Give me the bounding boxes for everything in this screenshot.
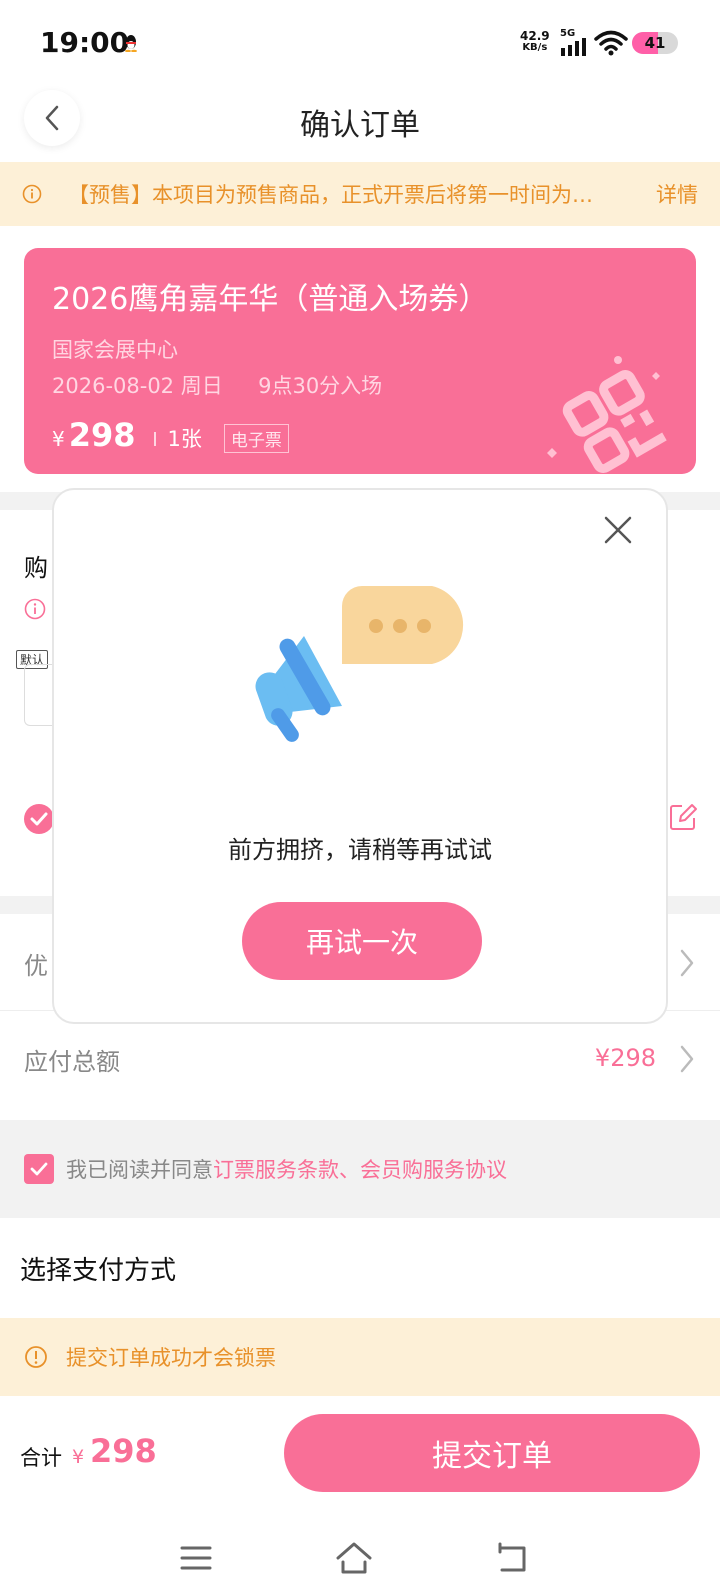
ticket-price-row: ¥ 298 1张 电子票 <box>52 416 289 454</box>
edit-icon[interactable] <box>668 802 698 832</box>
total-row[interactable]: 应付总额 ¥298 <box>0 1012 720 1104</box>
divider <box>153 432 156 446</box>
megaphone-icon <box>255 586 464 742</box>
ticket-card: 2026鹰角嘉年华（普通入场券） 国家会展中心 2026-08-02 周日 9点… <box>24 248 696 474</box>
buyer-card[interactable] <box>24 664 54 726</box>
busy-dialog: 前方拥挤，请稍等再试试 再试一次 <box>52 488 668 1024</box>
ticket-entry-time: 9点30分入场 <box>258 374 383 398</box>
ticket-quantity: 1张 <box>167 427 202 451</box>
check-icon <box>30 1162 48 1176</box>
page-header: 确认订单 <box>0 86 720 162</box>
menu-icon[interactable] <box>176 1538 216 1578</box>
close-icon[interactable] <box>600 512 636 548</box>
sum-currency: ¥ <box>72 1446 85 1468</box>
chevron-right-icon <box>680 949 694 977</box>
sum-label: 合计 <box>20 1446 62 1470</box>
submit-order-button[interactable]: 提交订单 <box>284 1414 700 1492</box>
agreement-link[interactable]: 订票服务条款、会员购服务协议 <box>213 1154 507 1184</box>
ticket-date: 2026-08-02 周日 <box>52 374 223 398</box>
ticket-type-badge: 电子票 <box>223 424 289 453</box>
agreement-text: 我已阅读并同意 <box>66 1158 213 1182</box>
ticket-price: 298 <box>68 416 136 454</box>
ticket-currency: ¥ <box>52 427 65 451</box>
sum-amount: 298 <box>90 1432 157 1470</box>
presale-text: 【预售】本项目为预售商品，正式开票后将第一时间为… <box>68 183 593 207</box>
info-icon <box>24 598 46 620</box>
wifi-icon <box>594 30 628 56</box>
lock-ticket-text: 提交订单成功才会锁票 <box>66 1346 276 1370</box>
checkout-bar: 合计 ¥ 298 提交订单 <box>0 1396 720 1526</box>
discount-label: 优 <box>24 952 48 980</box>
qq-notification-icon <box>125 35 137 52</box>
chevron-right-icon <box>680 1045 694 1073</box>
signal-icon <box>561 38 586 56</box>
home-icon[interactable] <box>334 1538 374 1578</box>
buyer-checkbox[interactable] <box>24 804 54 834</box>
presale-banner[interactable]: 【预售】本项目为预售商品，正式开票后将第一时间为… 详情 <box>0 162 720 226</box>
total-label: 应付总额 <box>24 1048 120 1076</box>
net-speed: 42.9 KB/s <box>520 29 550 53</box>
agreement-row: 我已阅读并同意 订票服务条款、会员购服务协议 <box>0 1120 720 1218</box>
info-icon <box>25 1346 47 1368</box>
ticket-venue: 国家会展中心 <box>52 338 178 362</box>
dialog-message: 前方拥挤，请稍等再试试 <box>228 836 492 864</box>
ticket-name: 2026鹰角嘉年华（普通入场券） <box>52 282 489 317</box>
ticket-datetime: 2026-08-02 周日 9点30分入场 <box>52 370 382 400</box>
lock-ticket-banner: 提交订单成功才会锁票 <box>0 1318 720 1396</box>
check-icon <box>30 812 48 826</box>
system-nav-bar <box>0 1526 720 1595</box>
back-icon[interactable] <box>492 1538 532 1578</box>
status-time: 19:00 <box>40 26 130 59</box>
qr-code-decoration-icon <box>547 356 667 474</box>
info-icon <box>22 184 42 204</box>
retry-button[interactable]: 再试一次 <box>242 902 482 980</box>
buyer-section-title: 购 <box>24 554 48 582</box>
presale-detail-link[interactable]: 详情 <box>656 179 698 209</box>
payment-method-title: 选择支付方式 <box>20 1256 177 1286</box>
total-value: ¥298 <box>594 1044 656 1072</box>
agreement-checkbox[interactable] <box>24 1154 54 1184</box>
battery-indicator: 41 <box>632 32 678 54</box>
page-title: 确认订单 <box>300 108 420 143</box>
status-bar: 19:00 42.9 KB/s 5G 41 <box>0 0 720 86</box>
